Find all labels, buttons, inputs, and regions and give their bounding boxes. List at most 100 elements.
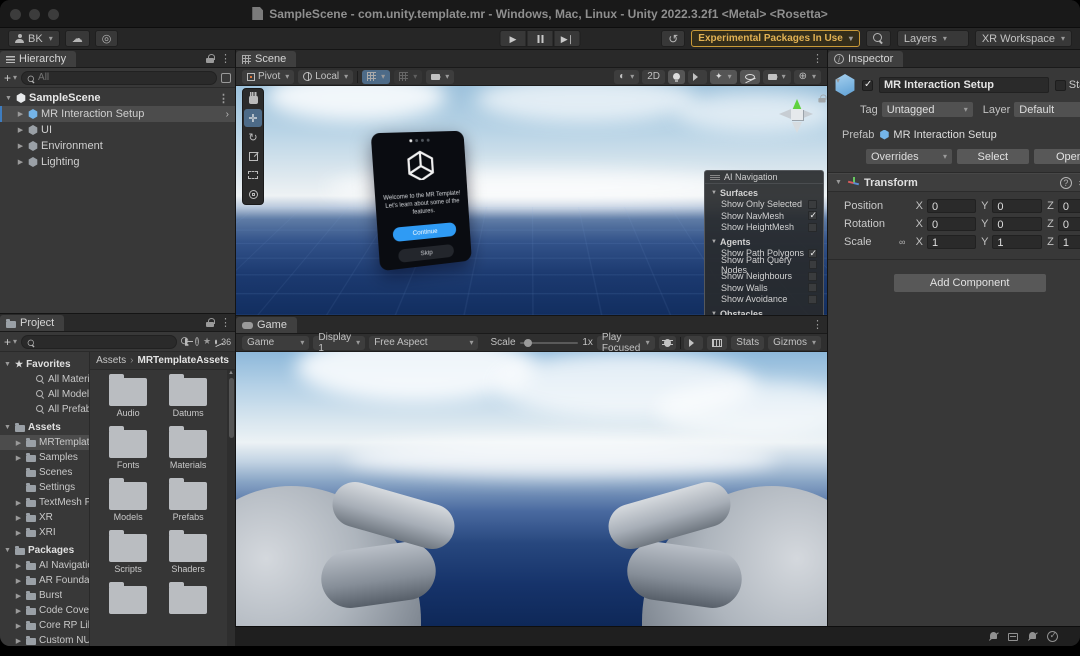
scene-orientation-gizmo[interactable]	[774, 92, 820, 138]
cloud-button[interactable]	[65, 30, 90, 47]
background-tasks-icon[interactable]	[1008, 633, 1018, 641]
asset-folder[interactable]: Shaders	[158, 530, 218, 582]
foldout-icon[interactable]	[4, 95, 13, 102]
tag-dropdown[interactable]: Untagged	[882, 102, 973, 117]
close-window-button[interactable]	[10, 9, 21, 20]
maximize-window-button[interactable]	[48, 9, 59, 20]
camera-snap-button[interactable]	[426, 70, 454, 84]
continue-button[interactable]: Continue	[392, 222, 456, 242]
foldout-icon[interactable]	[14, 499, 23, 507]
tab-inspector[interactable]: i Inspector	[828, 51, 903, 67]
nav-option-row[interactable]: ▼ Surfaces	[705, 187, 823, 199]
project-tree-item[interactable]: TextMesh Pro	[0, 495, 89, 510]
foldout-icon[interactable]	[3, 547, 12, 554]
asset-folder[interactable]: Scripts	[98, 530, 158, 582]
warnings-icon[interactable]: !	[195, 337, 199, 346]
layers-dropdown[interactable]: Layers	[897, 30, 969, 47]
account-button[interactable]: BK	[8, 30, 60, 47]
x-value-field[interactable]: 1	[927, 235, 976, 249]
prefab-object-field[interactable]: MR Interaction Setup	[879, 127, 1080, 142]
project-tree-item[interactable]: Assets	[0, 420, 89, 435]
favorites-filter-icon[interactable]: ★	[203, 336, 211, 347]
handle-rotation-toggle[interactable]: Local	[298, 70, 353, 84]
project-tree-item[interactable]: Packages	[0, 543, 89, 558]
z-value-field[interactable]: 0	[1058, 199, 1080, 213]
drag-handle-icon[interactable]	[710, 175, 720, 180]
undo-history-button[interactable]	[661, 30, 685, 47]
foldout-icon[interactable]	[14, 562, 23, 570]
project-tree-item[interactable]: Custom NUnit	[0, 633, 89, 646]
gizmo-center-cube[interactable]	[791, 109, 803, 120]
asset-folder[interactable]: Prefabs	[158, 478, 218, 530]
2d-toggle[interactable]: 2D	[642, 70, 665, 84]
tab-game[interactable]: Game	[236, 317, 297, 333]
pause-button[interactable]	[527, 30, 554, 47]
project-tree-item[interactable]: Code Coverage	[0, 603, 89, 618]
tab-project[interactable]: Project	[0, 315, 64, 331]
gameobject-name-field[interactable]	[879, 77, 1049, 93]
tab-scene[interactable]: Scene	[236, 51, 296, 67]
foldout-icon[interactable]	[3, 424, 12, 431]
foldout-icon[interactable]	[14, 607, 23, 615]
mute-audio-button[interactable]	[684, 336, 703, 350]
project-tree-item[interactable]: XRI	[0, 525, 89, 540]
view-tool-button[interactable]	[244, 90, 262, 108]
checkbox[interactable]	[808, 211, 817, 220]
x-value-field[interactable]: 0	[927, 217, 976, 231]
hierarchy-search-input[interactable]	[21, 71, 217, 85]
add-component-button[interactable]: Add Component	[894, 274, 1046, 292]
nav-option-row[interactable]: ▼ Show Avoidance	[705, 294, 823, 306]
foldout-icon[interactable]	[14, 622, 23, 630]
scale-link-icon[interactable]	[899, 237, 911, 247]
foldout-icon[interactable]	[834, 179, 843, 186]
play-button[interactable]	[500, 30, 527, 47]
grid-visibility-toggle[interactable]	[362, 70, 390, 84]
scene-picker-icon[interactable]	[221, 73, 231, 83]
panel-menu-icon[interactable]	[220, 316, 231, 329]
foldout-icon[interactable]	[14, 637, 23, 645]
z-value-field[interactable]: 0	[1058, 217, 1080, 231]
rotation-lock-icon[interactable]	[818, 94, 825, 102]
project-tree-item[interactable]: XR	[0, 510, 89, 525]
asset-folder[interactable]: Models	[98, 478, 158, 530]
asset-folder[interactable]: Audio	[98, 374, 158, 426]
alerts-muted-icon[interactable]	[1028, 632, 1037, 641]
checkbox[interactable]	[808, 283, 817, 292]
draw-mode-dropdown[interactable]	[614, 70, 639, 84]
services-button[interactable]	[95, 30, 119, 47]
foldout-icon[interactable]	[16, 158, 25, 166]
hierarchy-item[interactable]: UI	[0, 122, 235, 138]
x-axis-cone[interactable]	[774, 109, 791, 119]
notifications-muted-icon[interactable]	[989, 632, 998, 641]
move-tool-button[interactable]	[244, 109, 262, 127]
hierarchy-item[interactable]: SampleScene	[0, 90, 235, 106]
hierarchy-item[interactable]: Lighting	[0, 154, 235, 170]
foldout-icon[interactable]	[14, 439, 23, 447]
rect-tool-button[interactable]	[244, 166, 262, 184]
game-mode-dropdown[interactable]: Game	[242, 336, 309, 350]
gizmos-dropdown[interactable]	[794, 70, 821, 84]
foldout-icon[interactable]: ▼	[711, 239, 717, 245]
breadcrumb-root[interactable]: Assets	[96, 355, 126, 366]
nav-option-row[interactable]: ▼ Obstacles	[705, 308, 823, 315]
experimental-packages-button[interactable]: Experimental Packages In Use	[691, 30, 860, 47]
step-button[interactable]	[554, 30, 581, 47]
asset-folder[interactable]: Materials	[158, 426, 218, 478]
static-dropdown[interactable]: Static	[1055, 79, 1080, 91]
frame-debugger-button[interactable]	[659, 336, 676, 350]
scene-canvas[interactable]: Welcome to the MR Template! Let's learn …	[236, 86, 827, 315]
project-tree-item[interactable]: Scenes	[0, 465, 89, 480]
project-tree-item[interactable]: Samples	[0, 450, 89, 465]
asset-folder[interactable]	[158, 582, 218, 634]
gameobject-icon[interactable]	[834, 74, 856, 96]
breadcrumb-current[interactable]: MRTemplateAssets	[137, 355, 229, 366]
transform-tool-button[interactable]	[244, 185, 262, 203]
aspect-ratio-dropdown[interactable]: Free Aspect	[369, 336, 478, 350]
project-tree-item[interactable]: AI Navigation	[0, 558, 89, 573]
panel-menu-icon[interactable]	[812, 52, 823, 65]
nav-option-row[interactable]: ▼ Show NavMesh	[705, 210, 823, 222]
hierarchy-item[interactable]: MR Interaction Setup	[0, 106, 235, 122]
project-tree-item[interactable]: All Models	[0, 387, 89, 402]
project-tree-item[interactable]: AR Foundation	[0, 573, 89, 588]
foldout-icon[interactable]: ▼	[711, 311, 717, 315]
